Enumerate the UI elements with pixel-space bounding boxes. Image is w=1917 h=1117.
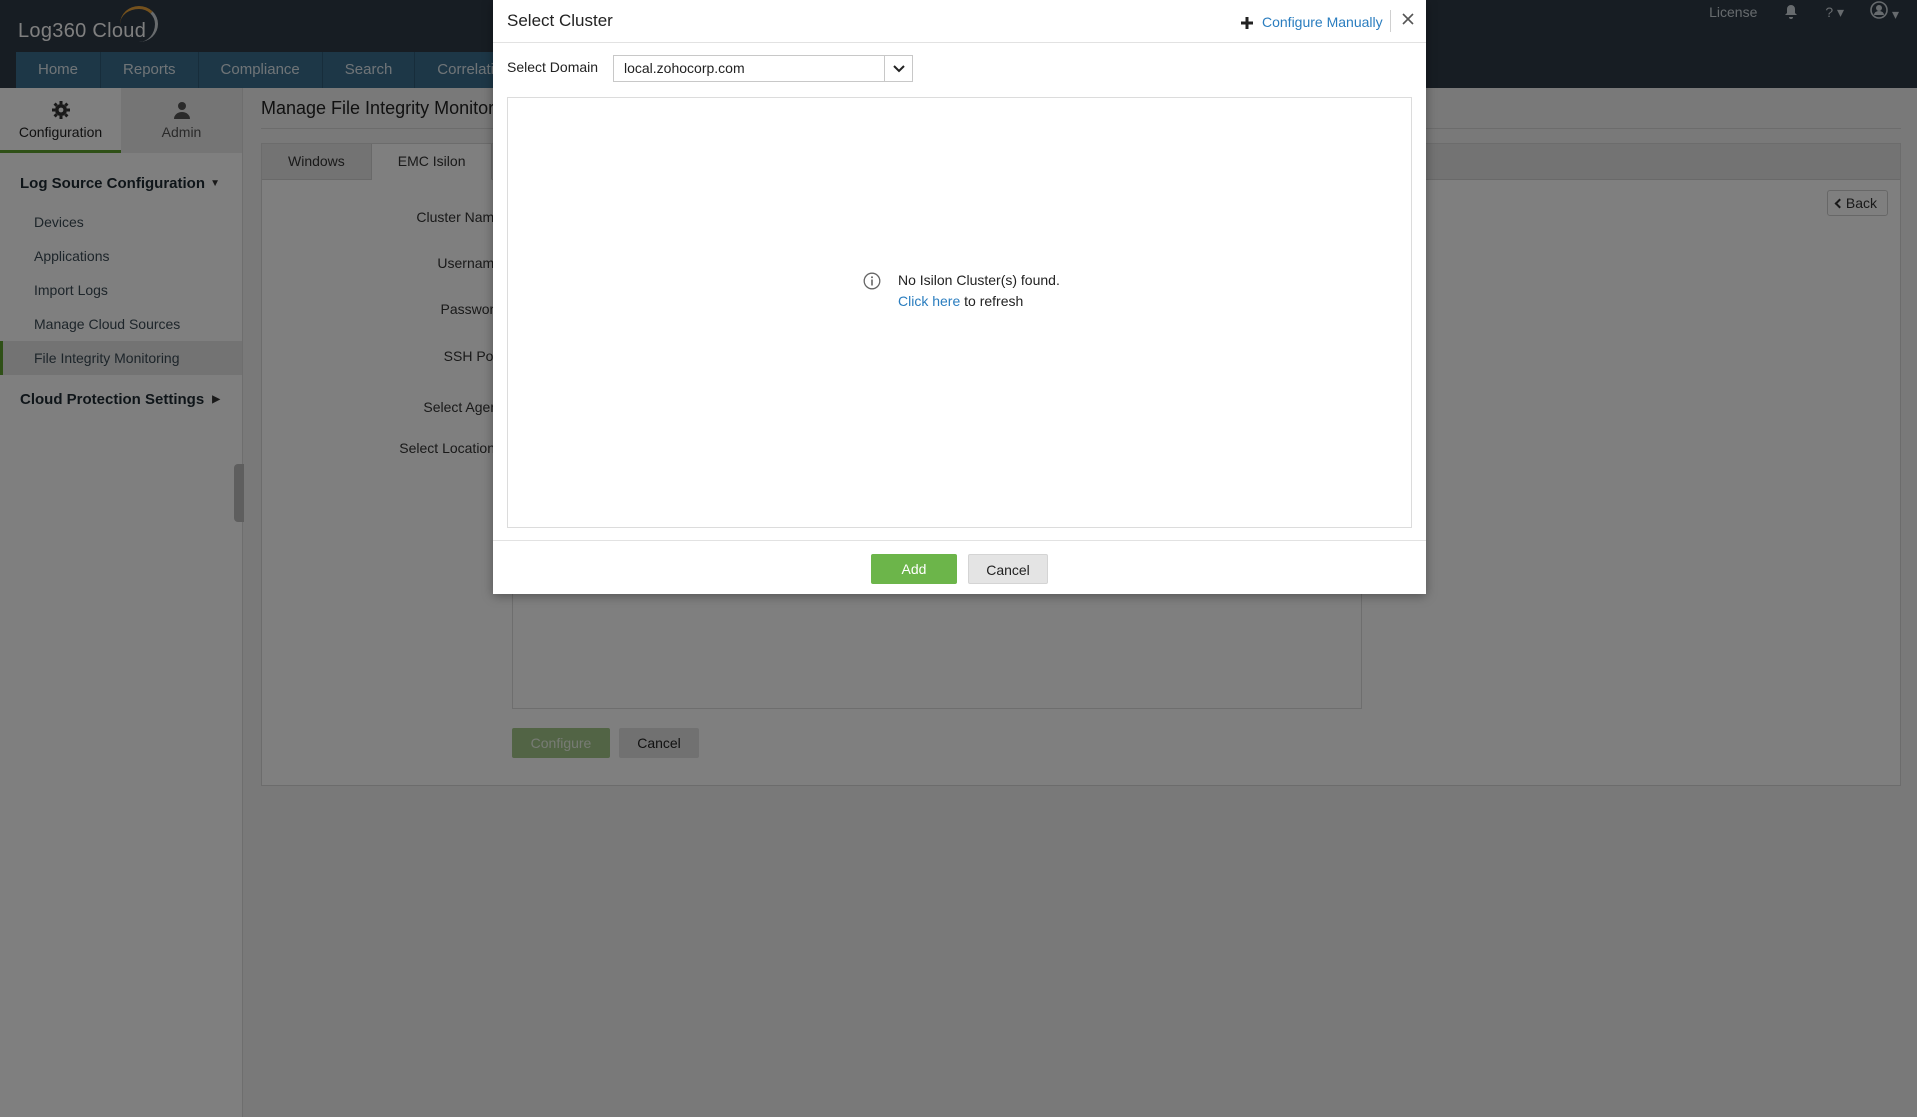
dropdown-toggle[interactable] bbox=[884, 56, 912, 81]
plus-icon[interactable] bbox=[1241, 17, 1253, 29]
select-cluster-dialog: Select Cluster Configure Manually Select… bbox=[493, 0, 1426, 594]
empty-state-message: No Isilon Cluster(s) found. bbox=[898, 272, 1060, 288]
cluster-list: No Isilon Cluster(s) found. Click here t… bbox=[507, 97, 1412, 528]
refresh-suffix: to refresh bbox=[960, 293, 1024, 309]
cancel-button[interactable]: Cancel bbox=[968, 554, 1048, 584]
divider bbox=[1390, 10, 1391, 32]
dialog-header: Select Cluster Configure Manually bbox=[493, 0, 1426, 43]
dialog-title: Select Cluster bbox=[507, 11, 613, 30]
refresh-link[interactable]: Click here bbox=[898, 293, 960, 309]
dialog-footer: Add Cancel bbox=[493, 540, 1426, 594]
info-icon bbox=[863, 272, 881, 290]
chevron-down-icon bbox=[893, 65, 905, 73]
domain-select[interactable]: local.zohocorp.com bbox=[613, 55, 913, 82]
domain-select-value: local.zohocorp.com bbox=[624, 60, 745, 76]
select-domain-label: Select Domain bbox=[507, 59, 599, 75]
configure-manually-link[interactable]: Configure Manually bbox=[1262, 14, 1383, 30]
close-icon[interactable] bbox=[1399, 10, 1417, 28]
add-button[interactable]: Add bbox=[871, 554, 957, 584]
refresh-hint: Click here to refresh bbox=[898, 293, 1023, 309]
